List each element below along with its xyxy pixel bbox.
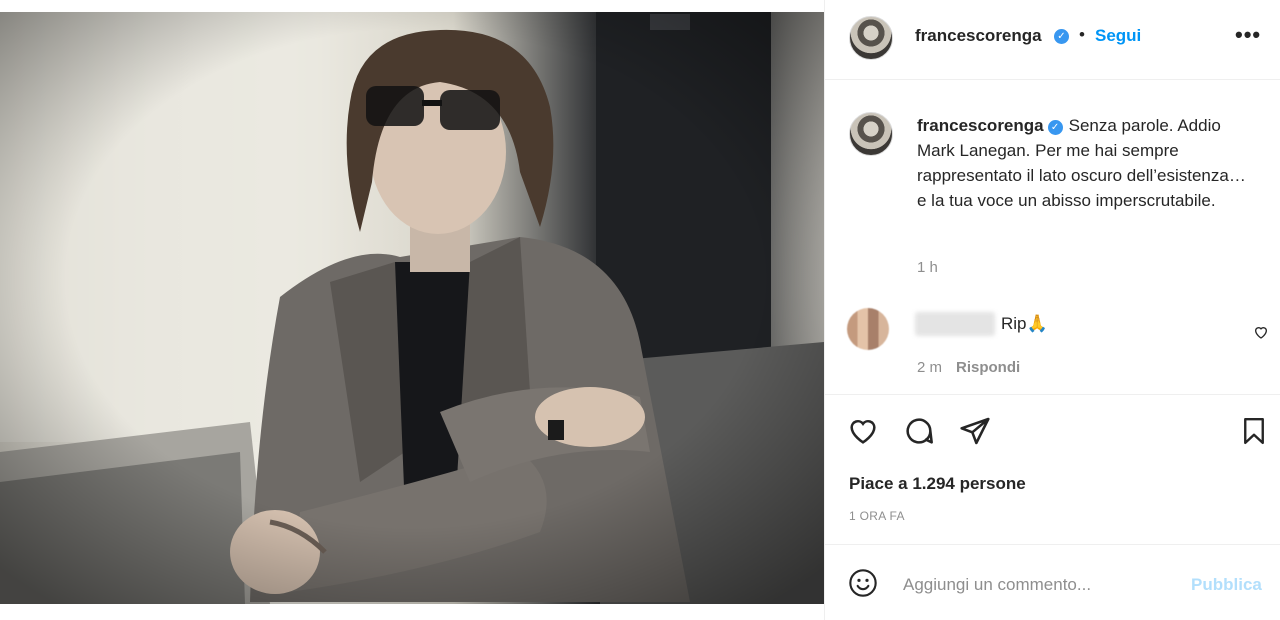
- comment-like-heart-icon[interactable]: [1253, 324, 1269, 345]
- like-heart-icon[interactable]: [847, 415, 879, 452]
- caption-author-username[interactable]: francescorenga: [917, 116, 1044, 135]
- share-paper-plane-icon[interactable]: [959, 415, 991, 452]
- comment-text: Rip🙏: [1001, 314, 1048, 333]
- commenter-username-blurred[interactable]: [915, 312, 995, 336]
- verified-badge-icon: ✓: [1054, 29, 1069, 44]
- comment-bubble-icon[interactable]: [903, 415, 935, 452]
- comment-input[interactable]: [903, 571, 1173, 599]
- author-username[interactable]: francescorenga: [915, 26, 1042, 46]
- post-header: francescorenga ✓ • Segui •••: [825, 0, 1280, 80]
- comment-meta: 2 m Rispondi: [917, 359, 1020, 376]
- emoji-smiley-icon[interactable]: [847, 567, 879, 604]
- caption-verified-badge-icon: ✓: [1047, 120, 1063, 135]
- add-comment-bar: Pubblica: [825, 544, 1280, 620]
- portrait-illustration: [0, 12, 824, 604]
- post-photo[interactable]: [0, 12, 824, 604]
- post-actions: Piace a 1.294 persone 1 ORA FA: [825, 394, 1280, 544]
- reply-button[interactable]: Rispondi: [956, 359, 1020, 376]
- post-caption: francescorenga ✓ Senza parole. Addio Mark …: [917, 113, 1257, 213]
- publish-button[interactable]: Pubblica: [1191, 575, 1262, 595]
- follow-button[interactable]: Segui: [1095, 26, 1141, 46]
- author-avatar[interactable]: [849, 16, 893, 60]
- comment-time[interactable]: 2 m: [917, 359, 942, 376]
- post-timestamp[interactable]: 1 ORA FA: [849, 509, 905, 523]
- save-bookmark-icon[interactable]: [1239, 415, 1269, 452]
- commenter-avatar[interactable]: [847, 308, 889, 350]
- likes-count[interactable]: Piace a 1.294 persone: [849, 474, 1026, 494]
- post-sidebar: francescorenga ✓ • Segui ••• francescore…: [824, 0, 1280, 620]
- more-options-icon[interactable]: •••: [1235, 22, 1261, 48]
- post-media: [0, 0, 824, 620]
- caption-author-avatar[interactable]: [849, 112, 893, 156]
- caption-time[interactable]: 1 h: [917, 259, 938, 276]
- header-separator: •: [1079, 25, 1085, 44]
